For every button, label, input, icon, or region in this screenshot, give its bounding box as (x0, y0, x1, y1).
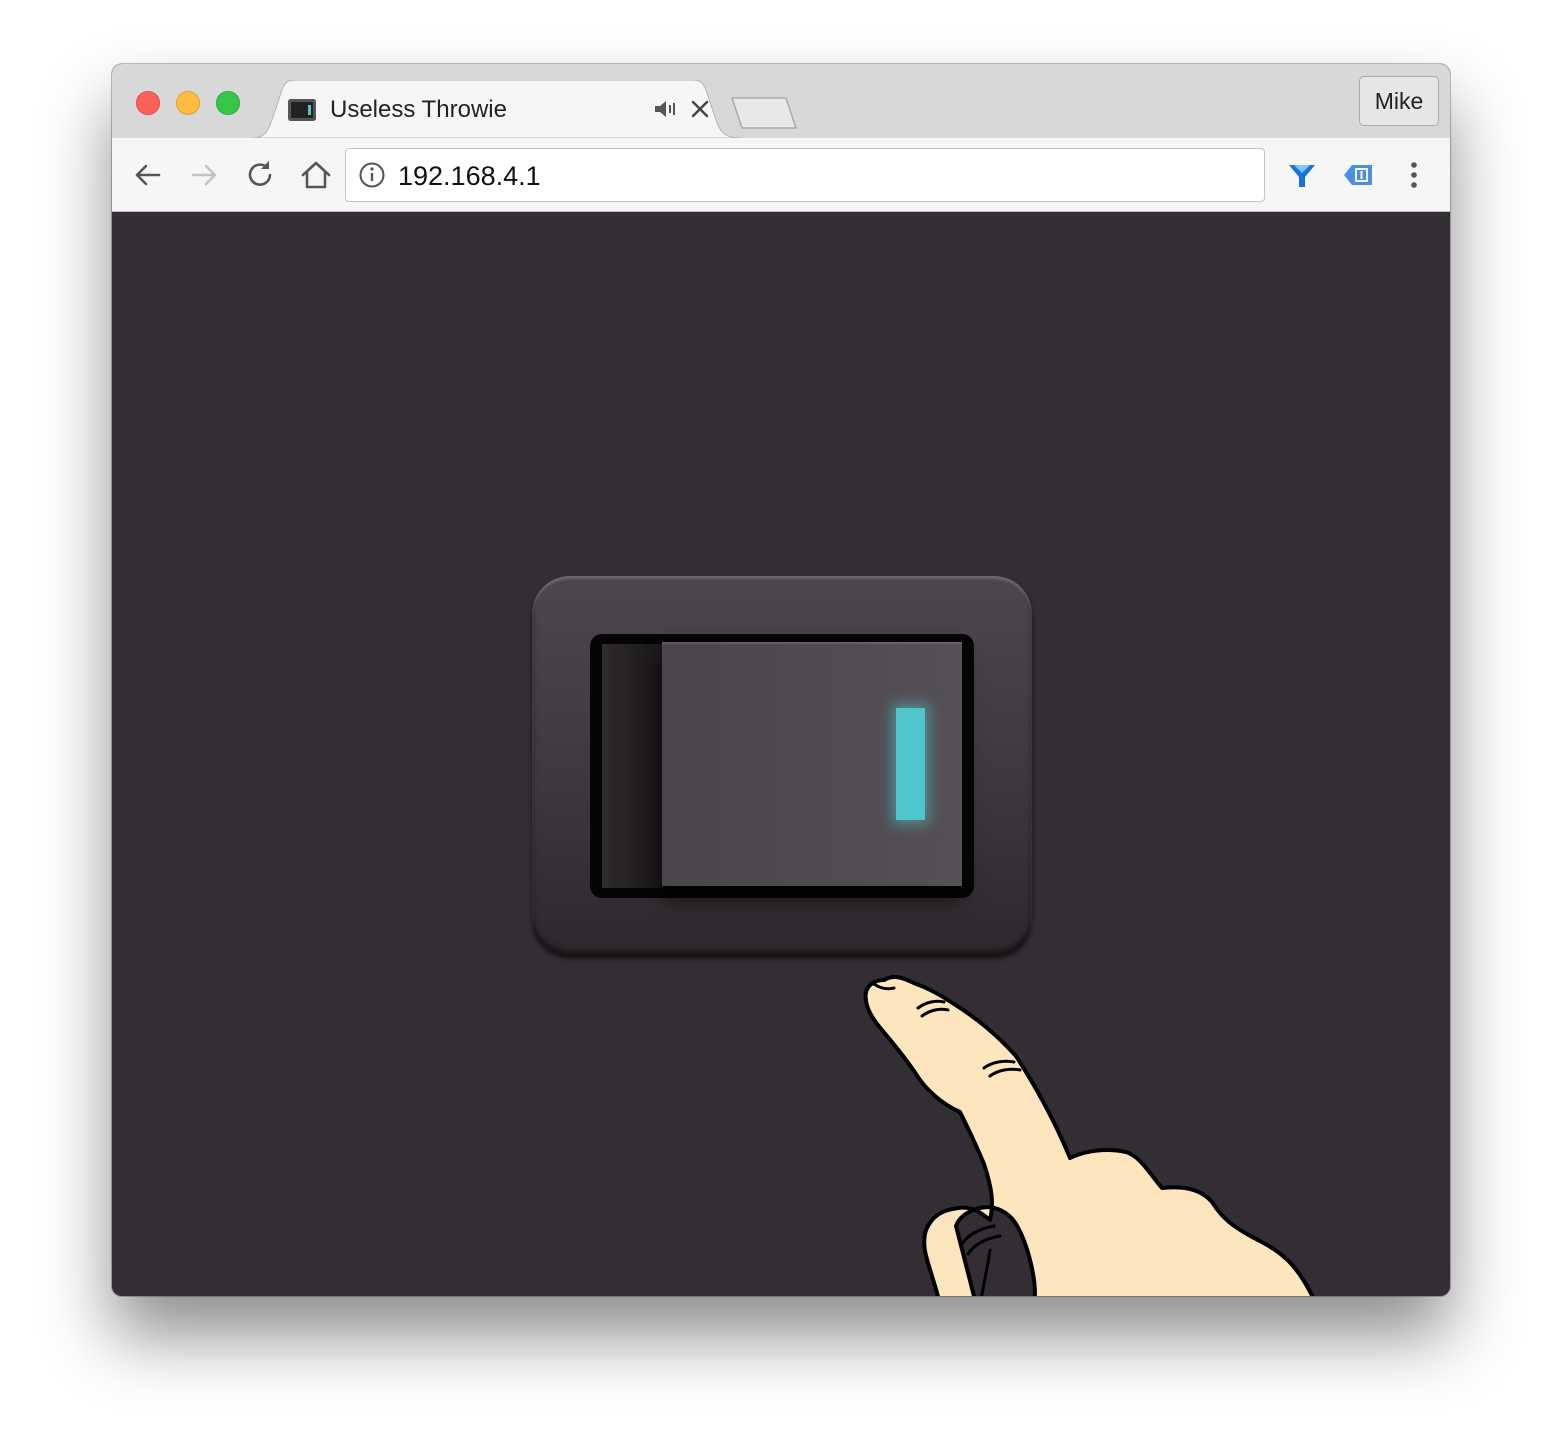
browser-window: Useless Throwie Mike 192.168.4.1 (112, 64, 1450, 1296)
back-icon[interactable] (131, 158, 165, 192)
page-content (112, 212, 1450, 1296)
title-bar: Useless Throwie Mike (112, 64, 1450, 139)
tab-audio-icon[interactable] (652, 96, 678, 122)
switch-well (590, 634, 974, 898)
switch-recess (602, 644, 662, 888)
tab-favicon-icon (288, 99, 316, 121)
tag-extension-icon[interactable] (1341, 158, 1375, 192)
funnel-extension-icon[interactable] (1285, 158, 1319, 192)
tab-label-group: Useless Throwie (288, 88, 507, 132)
close-window-button[interactable] (136, 91, 160, 115)
profile-button[interactable]: Mike (1359, 76, 1439, 126)
address-url: 192.168.4.1 (398, 161, 541, 191)
new-tab-button[interactable] (730, 96, 800, 130)
site-info-icon[interactable] (358, 161, 386, 189)
maximize-window-button[interactable] (216, 91, 240, 115)
switch-on-indicator (896, 708, 925, 820)
address-bar[interactable]: 192.168.4.1 (345, 148, 1265, 202)
pointing-hand-image (863, 975, 1315, 1296)
switch-rocker[interactable] (662, 642, 962, 886)
toolbar: 192.168.4.1 (112, 138, 1450, 212)
minimize-window-button[interactable] (176, 91, 200, 115)
home-icon[interactable] (299, 158, 333, 192)
forward-icon[interactable] (187, 158, 221, 192)
tab-close-icon[interactable] (688, 97, 712, 121)
menu-icon[interactable] (1397, 158, 1431, 192)
rocker-switch[interactable] (532, 576, 1032, 956)
reload-icon[interactable] (243, 158, 277, 192)
tab-title: Useless Throwie (330, 96, 507, 123)
